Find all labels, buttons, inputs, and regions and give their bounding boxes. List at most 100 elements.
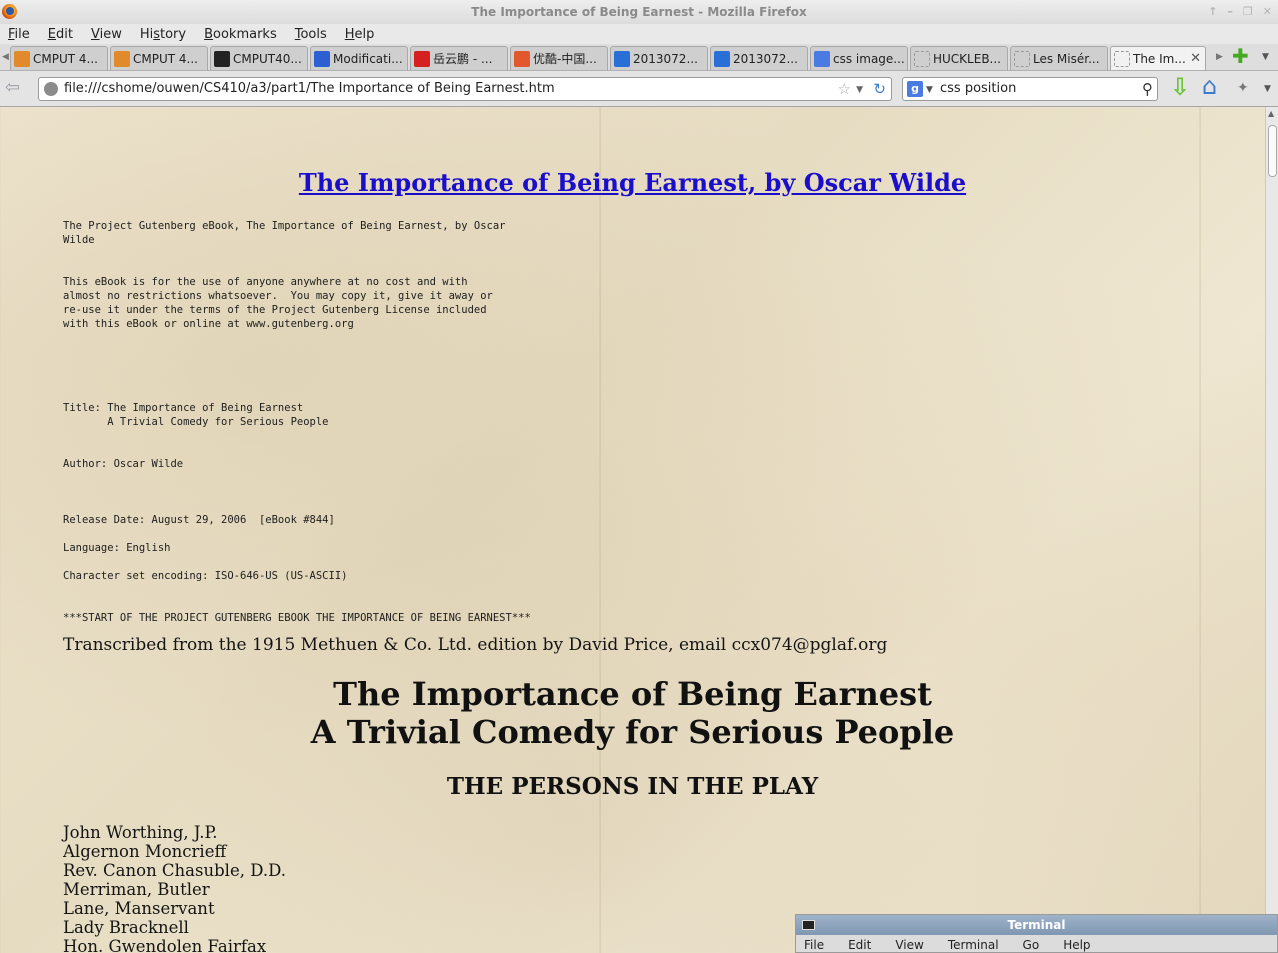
minimize-up-icon[interactable]: ↑ — [1208, 0, 1217, 24]
url-text[interactable]: file:///cshome/ouwen/CS410/a3/part1/The … — [64, 81, 555, 96]
tab-6[interactable]: 优酷-中国... — [510, 46, 608, 70]
home-icon[interactable]: ⌂ — [1202, 74, 1226, 100]
close-tab-icon[interactable]: ✕ — [1190, 51, 1201, 66]
terminal-menu-terminal[interactable]: Terminal — [948, 938, 999, 952]
tab-3[interactable]: CMPUT40... — [210, 46, 308, 70]
toolbar-menu-icon[interactable]: ▼ — [1264, 84, 1271, 94]
terminal-title-bar[interactable]: Terminal — [796, 915, 1277, 935]
scroll-tabs-left-icon[interactable]: ◀ — [2, 52, 9, 62]
background-seam — [1199, 107, 1201, 953]
menu-history[interactable]: History — [140, 27, 186, 42]
terminal-menu-help[interactable]: Help — [1063, 938, 1090, 952]
person-item: Lady Bracknell — [63, 918, 189, 937]
tab-label: CMPUT 4... — [33, 51, 98, 66]
terminal-menu-edit[interactable]: Edit — [848, 938, 871, 952]
download-arrow-icon[interactable]: ⇩ — [1170, 75, 1190, 101]
tab-label: CMPUT 4... — [133, 51, 198, 66]
page-icon — [1014, 50, 1030, 67]
youku-icon — [514, 50, 530, 67]
moodle-icon — [114, 50, 130, 67]
release-date: Release Date: August 29, 2006 [eBook #84… — [63, 514, 335, 526]
scroll-tabs-right-icon[interactable]: ▶ — [1216, 52, 1223, 62]
s6-icon — [414, 50, 430, 67]
back-arrow-icon[interactable]: ⇦ — [5, 79, 31, 99]
document-title-link[interactable]: The Importance of Being Earnest, by Osca… — [0, 168, 1265, 197]
reload-icon[interactable]: ↻ — [873, 78, 886, 100]
start-marker: ***START OF THE PROJECT GUTENBERG EBOOK … — [63, 612, 531, 624]
tab-label: HUCKLEB... — [933, 51, 1001, 66]
background-seam — [599, 107, 601, 953]
gutenberg-intro: The Project Gutenberg eBook, The Importa… — [63, 220, 506, 246]
list-all-tabs-icon[interactable]: ▼ — [1262, 52, 1269, 62]
tab-5[interactable]: 岳云鹏 - ... — [410, 46, 508, 70]
tab-bar: ◀ CMPUT 4... CMPUT 4... CMPUT40... Modifica… — [0, 44, 1278, 71]
tab-1[interactable]: CMPUT 4... — [10, 46, 108, 70]
tab-label: 优酷-中国... — [533, 52, 597, 66]
tab-label: Modificati... — [333, 51, 403, 66]
moodle-icon — [14, 50, 30, 67]
vertical-scrollbar[interactable]: ▲ — [1265, 107, 1278, 953]
menu-help[interactable]: Help — [345, 27, 375, 42]
baidu-icon — [314, 50, 330, 67]
menu-file[interactable]: File — [8, 27, 30, 42]
google-search-engine-icon[interactable]: g — [907, 81, 923, 97]
maximize-icon[interactable]: ❐ — [1243, 0, 1253, 24]
page-icon — [914, 50, 930, 67]
tab-11[interactable]: Les Misér... — [1010, 46, 1108, 70]
close-window-icon[interactable]: ✕ — [1263, 0, 1272, 24]
tab-strip: CMPUT 4... CMPUT 4... CMPUT40... Modificati… — [10, 46, 1208, 70]
language: Language: English — [63, 542, 171, 554]
url-history-dropdown-icon[interactable]: ▼ — [856, 79, 863, 101]
play-icon — [614, 50, 630, 67]
terminal-menu-go[interactable]: Go — [1023, 938, 1040, 952]
tab-7[interactable]: 2013072... — [610, 46, 708, 70]
search-input[interactable]: css position — [940, 81, 1016, 96]
terminal-menu-bar: File Edit View Terminal Go Help — [796, 935, 1277, 953]
person-item: Merriman, Butler — [63, 880, 210, 899]
scroll-up-icon[interactable]: ▲ — [1268, 109, 1274, 118]
person-item: John Worthing, J.P. — [63, 823, 218, 842]
terminal-menu-file[interactable]: File — [804, 938, 824, 952]
persons-heading: THE PERSONS IN THE PLAY — [446, 773, 819, 800]
globe-icon — [44, 82, 58, 96]
bookmark-star-icon[interactable]: ☆ — [838, 78, 851, 100]
menu-bookmarks[interactable]: Bookmarks — [204, 27, 277, 42]
github-icon — [214, 50, 230, 67]
window-title: The Importance of Being Earnest - Mozill… — [471, 5, 807, 19]
tab-4[interactable]: Modificati... — [310, 46, 408, 70]
new-tab-icon[interactable]: ✚ — [1232, 46, 1250, 66]
terminal-menu-view[interactable]: View — [895, 938, 923, 952]
menu-view[interactable]: View — [91, 27, 122, 42]
tab-label: Les Misér... — [1033, 51, 1100, 66]
url-bar[interactable]: file:///cshome/ouwen/CS410/a3/part1/The … — [38, 77, 892, 101]
firefox-logo-icon — [2, 4, 17, 19]
extension-icon[interactable]: ✦ — [1237, 80, 1249, 96]
search-engine-dropdown-icon[interactable]: ▼ — [926, 79, 933, 101]
search-bar[interactable]: g ▼ css position ⚲ — [902, 77, 1158, 101]
terminal-window[interactable]: Terminal File Edit View Terminal Go Help — [795, 914, 1278, 953]
tab-label: 2013072... — [733, 51, 798, 66]
tab-12[interactable]: The Im... ✕ — [1110, 46, 1206, 70]
minimize-icon[interactable]: – — [1227, 0, 1233, 24]
title-bar: The Importance of Being Earnest - Mozill… — [0, 0, 1278, 24]
tab-9[interactable]: css image... — [810, 46, 908, 70]
tab-label: css image... — [833, 51, 905, 66]
tab-2[interactable]: CMPUT 4... — [110, 46, 208, 70]
tab-label: 岳云鹏 - ... — [433, 52, 493, 66]
menu-tools[interactable]: Tools — [295, 27, 327, 42]
firefox-window: The Importance of Being Earnest - Mozill… — [0, 0, 1278, 953]
charset-encoding: Character set encoding: ISO-646-US (US-A… — [63, 570, 348, 582]
author-metadata: Author: Oscar Wilde — [63, 458, 184, 470]
menu-edit[interactable]: Edit — [48, 27, 73, 42]
search-magnifier-icon[interactable]: ⚲ — [1142, 78, 1153, 100]
google-icon — [814, 50, 830, 67]
scroll-thumb[interactable] — [1268, 125, 1277, 177]
play-heading-line2: A Trivial Comedy for Serious People — [310, 713, 955, 751]
transcription-note: Transcribed from the 1915 Methuen & Co. … — [63, 635, 888, 655]
person-item: Lane, Manservant — [63, 899, 215, 918]
tab-8[interactable]: 2013072... — [710, 46, 808, 70]
person-item: Rev. Canon Chasuble, D.D. — [63, 861, 286, 880]
tab-10[interactable]: HUCKLEB... — [910, 46, 1008, 70]
navigation-bar: ⇦ file:///cshome/ouwen/CS410/a3/part1/Th… — [0, 71, 1278, 107]
page-icon — [1114, 50, 1130, 67]
